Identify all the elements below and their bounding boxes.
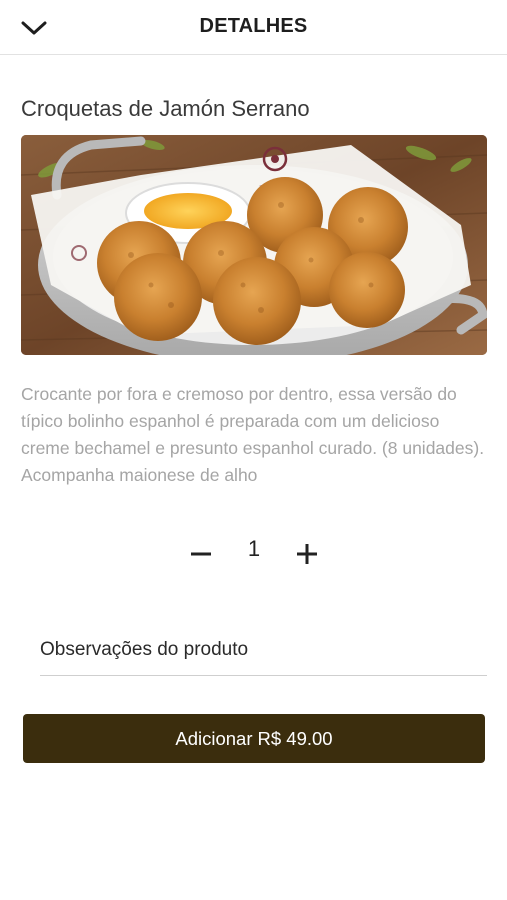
product-description: Crocante por fora e cremoso por dentro, … xyxy=(21,384,485,485)
add-to-cart-button[interactable]: Adicionar R$ 49.00 xyxy=(23,714,485,763)
add-button-label: Adicionar xyxy=(175,727,253,749)
top-bar: DETALHES xyxy=(0,0,507,55)
plus-icon xyxy=(297,544,317,564)
decrease-quantity-button[interactable] xyxy=(185,538,217,570)
quantity-stepper: 1 xyxy=(185,532,325,576)
page-title: DETALHES xyxy=(199,15,308,37)
product-image: ESPAÑA xyxy=(21,135,487,355)
product-notes-input[interactable] xyxy=(40,624,487,676)
add-button-price: R$ 49.00 xyxy=(257,727,333,749)
product-title: Croquetas de Jamón Serrano xyxy=(21,96,310,121)
increase-quantity-button[interactable] xyxy=(291,538,323,570)
product-photo: ESPAÑA xyxy=(21,135,487,355)
quantity-value: 1 xyxy=(247,536,261,561)
minus-icon xyxy=(191,552,211,556)
